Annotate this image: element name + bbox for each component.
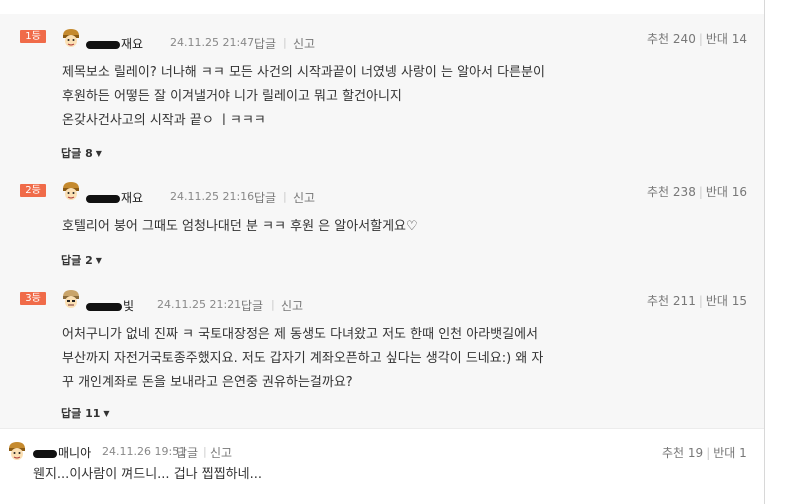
- reply-link[interactable]: 답글: [241, 297, 263, 314]
- upvote-button[interactable]: 추천 211: [647, 294, 696, 308]
- comment-date: 24.11.25 21:16: [170, 190, 255, 203]
- nickname[interactable]: 빛: [86, 297, 134, 314]
- reply-link[interactable]: 답글: [176, 444, 198, 461]
- caret-down-icon: ▼: [103, 409, 110, 418]
- avatar-icon[interactable]: [6, 440, 28, 462]
- vote-counts: 추천 238 | 반대 16: [647, 185, 748, 199]
- comment-line: 부산까지 자전거국토종주했지요. 저도 갑자기 계좌오픈하고 싶다는 생각이 드…: [62, 351, 544, 366]
- report-link[interactable]: 신고: [293, 189, 315, 206]
- comment-line: 어처구니가 없네 진짜 ㅋ 국토대장정은 제 동생도 다녀왔고 저도 한때 인천…: [62, 327, 539, 342]
- comment-date: 24.11.26 19:51: [102, 445, 187, 458]
- comment-date: 24.11.25 21:21: [157, 298, 242, 311]
- best-comment-3: 3등 빛 24.11.25 21:21 답글 | 신고 추천 211 | 반대 15…: [0, 282, 764, 428]
- nickname[interactable]: 재요: [86, 35, 143, 52]
- report-link[interactable]: 신고: [210, 444, 232, 461]
- nickname[interactable]: 매니아: [33, 444, 91, 461]
- best-comment-2: 2등 재요 24.11.25 21:16 답글 | 신고 추천 238 | 반대 1…: [0, 174, 764, 282]
- vote-counts: 추천 211 | 반대 15: [647, 294, 748, 308]
- avatar-icon[interactable]: [60, 27, 82, 49]
- caret-down-icon: ▼: [95, 149, 102, 158]
- comment-line: 온갖사건사고의 시작과 끝ㅇ ㅣㅋㅋㅋ: [62, 113, 266, 128]
- divider: |: [203, 445, 207, 458]
- rank-badge: 1등: [20, 30, 46, 43]
- reply-link[interactable]: 답글: [254, 35, 276, 52]
- comment-text: 호텔리어 붕어 그때도 엄청나대던 분 ㅋㅋ 후원 은 알아서할게요♡: [62, 215, 418, 239]
- vote-counts: 추천 240 | 반대 14: [647, 32, 748, 46]
- report-link[interactable]: 신고: [281, 297, 303, 314]
- upvote-button[interactable]: 추천 238: [647, 185, 696, 199]
- comment-line: 호텔리어 붕어 그때도 엄청나대던 분 ㅋㅋ 후원 은 알아서할게요♡: [62, 219, 418, 234]
- upvote-button[interactable]: 추천 240: [647, 32, 696, 46]
- reply-link[interactable]: 답글: [254, 189, 276, 206]
- comment-line: 제목보소 릴레이? 너나해 ㅋㅋ 모든 사건의 시작과끝이 너였넹 사랑이 는 …: [62, 65, 545, 80]
- downvote-button[interactable]: 반대 14: [706, 32, 747, 46]
- nickname[interactable]: 재요: [86, 189, 143, 206]
- comment-item: 매니아 24.11.26 19:51 답글 | 신고 추천 19 | 반대 1 웬지…: [0, 429, 764, 504]
- comment-text: 제목보소 릴레이? 너나해 ㅋㅋ 모든 사건의 시작과끝이 너였넹 사랑이 는 …: [62, 61, 545, 133]
- avatar-icon[interactable]: [60, 288, 82, 310]
- vote-counts: 추천 19 | 반대 1: [662, 446, 747, 460]
- comment-line: 후원하든 어떻든 잘 이겨낼거야 니가 릴레이고 뭐고 할건아니지: [62, 89, 402, 104]
- replies-toggle[interactable]: 답글 8 ▼: [61, 145, 102, 161]
- divider: |: [283, 190, 287, 203]
- report-link[interactable]: 신고: [293, 35, 315, 52]
- caret-down-icon: ▼: [95, 256, 102, 265]
- downvote-button[interactable]: 반대 1: [713, 446, 747, 460]
- comment-text: 어처구니가 없네 진짜 ㅋ 국토대장정은 제 동생도 다녀왔고 저도 한때 인천…: [62, 323, 543, 395]
- replies-toggle[interactable]: 답글 11 ▼: [61, 405, 110, 421]
- avatar-icon[interactable]: [60, 180, 82, 202]
- divider: |: [271, 298, 275, 311]
- comment-panel: 1등 재요 24.11.25 21:47 답글 | 신고 추천 240 | 반대 1…: [0, 0, 764, 504]
- rank-badge: 2등: [20, 184, 46, 197]
- comment-date: 24.11.25 21:47: [170, 36, 255, 49]
- downvote-button[interactable]: 반대 16: [706, 185, 747, 199]
- best-comment-1: 1등 재요 24.11.25 21:47 답글 | 신고 추천 240 | 반대 1…: [0, 14, 764, 174]
- divider: |: [283, 36, 287, 49]
- upvote-button[interactable]: 추천 19: [662, 446, 703, 460]
- panel-border: [764, 0, 765, 504]
- rank-badge: 3등: [20, 292, 46, 305]
- downvote-button[interactable]: 반대 15: [706, 294, 747, 308]
- comment-line: 꾸 개인계좌로 돈을 보내라고 은연중 권유하는걸까요?: [62, 375, 353, 390]
- replies-toggle[interactable]: 답글 2 ▼: [61, 252, 102, 268]
- comment-text: 웬지...이사람이 껴드니... 겁나 찝찝하네...: [33, 467, 262, 482]
